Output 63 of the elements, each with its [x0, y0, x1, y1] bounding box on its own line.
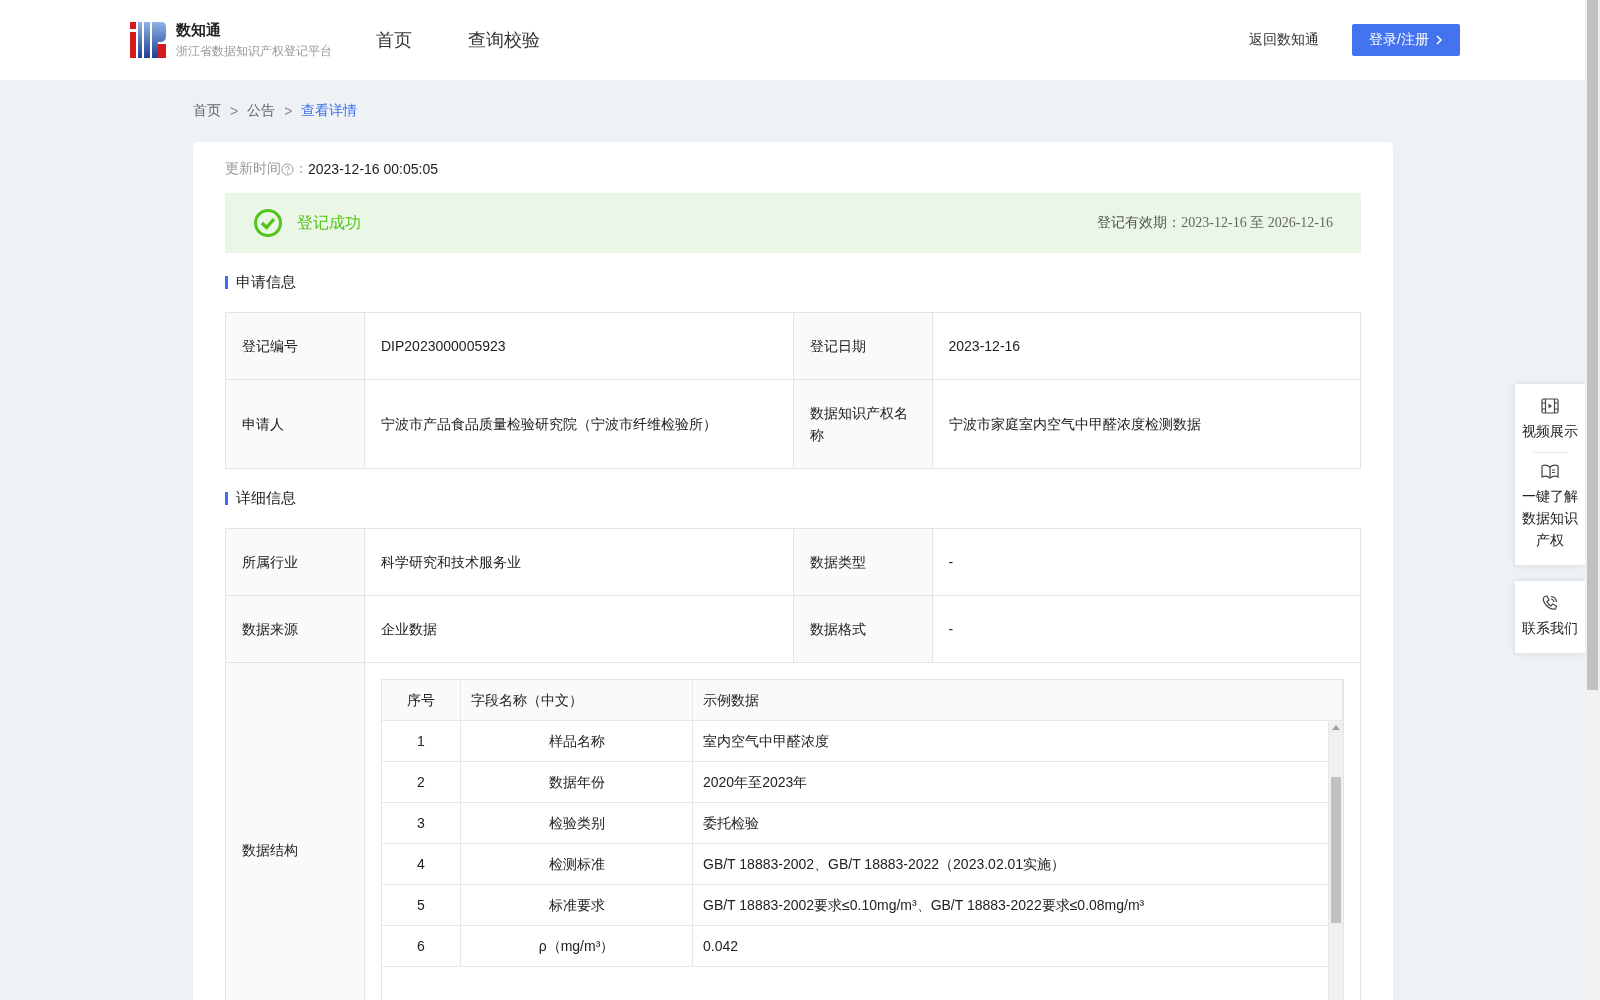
table-cell: 3	[382, 802, 461, 844]
field-label: 数据格式	[793, 595, 932, 663]
column-header: 字段名称（中文）	[460, 680, 693, 721]
table-cell: ρ（mg/m³）	[460, 925, 693, 967]
check-circle-icon	[253, 208, 283, 238]
scroll-up-icon[interactable]	[1332, 725, 1340, 730]
field-value: -	[932, 528, 1361, 596]
nav-link[interactable]: 首页	[376, 28, 412, 52]
field-label: 数据结构	[225, 662, 365, 1000]
nav-link[interactable]: 查询校验	[468, 28, 540, 52]
table-cell: 1	[382, 720, 461, 762]
field-label: 所属行业	[225, 528, 365, 596]
book-icon	[1541, 463, 1559, 479]
table-cell: 6	[382, 925, 461, 967]
film-icon	[1541, 398, 1559, 414]
field-value: 2023-12-16	[932, 312, 1361, 380]
section-title: 申请信息	[236, 273, 296, 292]
logo-subtitle: 浙江省数据知识产权登记平台	[176, 42, 332, 60]
section-title: 详细信息	[236, 489, 296, 508]
colon: ：	[294, 160, 308, 178]
table-cell: 样品名称	[460, 720, 693, 762]
chevron-right-icon	[1434, 35, 1443, 45]
table-cell: 检测标准	[460, 843, 693, 885]
scrollbar[interactable]	[1328, 721, 1343, 1000]
table-cell: 检验类别	[460, 802, 693, 844]
scrollbar[interactable]	[1585, 0, 1600, 1000]
back-link[interactable]: 返回数知通	[1249, 31, 1319, 49]
field-value: 宁波市产品食品质量检验研究院（宁波市纤维检验所）	[364, 379, 793, 469]
column-header: 序号	[382, 680, 461, 721]
field-value: DIP2023000005923	[364, 312, 793, 380]
table-cell: 2	[382, 761, 461, 803]
breadcrumb-separator: >	[284, 103, 293, 119]
table-cell: 4	[382, 843, 461, 885]
field-label: 数据类型	[793, 528, 932, 596]
update-time-value: 2023-12-16 00:05:05	[308, 161, 438, 177]
phone-icon	[1541, 595, 1559, 611]
table-cell: 标准要求	[460, 884, 693, 926]
validity-label: 登记有效期：	[1097, 214, 1182, 232]
field-value: 宁波市家庭室内空气中甲醛浓度检测数据	[932, 379, 1361, 469]
table-cell: 数据年份	[460, 761, 693, 803]
field-value: 科学研究和技术服务业	[364, 528, 793, 596]
table-cell: 5	[382, 884, 461, 926]
login-button[interactable]: 登录/注册	[1352, 24, 1460, 56]
breadcrumb-separator: >	[230, 103, 239, 119]
help-icon[interactable]	[281, 162, 294, 176]
field-label: 申请人	[225, 379, 365, 469]
field-value: -	[932, 595, 1361, 663]
field-label: 登记日期	[793, 312, 932, 380]
breadcrumb-current: 查看详情	[301, 102, 358, 120]
validity-period: 2023-12-16 至 2026-12-16	[1181, 214, 1333, 232]
field-label: 数据来源	[225, 595, 365, 663]
side-menu-item[interactable]: 视频展示	[1515, 390, 1585, 450]
status-text: 登记成功	[297, 212, 362, 233]
logo-icon	[130, 22, 166, 58]
field-label: 数据知识产权名称	[793, 379, 932, 469]
logo-title: 数知通	[176, 20, 222, 40]
breadcrumb-link[interactable]: 首页	[193, 102, 221, 120]
breadcrumb-link[interactable]: 公告	[247, 102, 276, 120]
field-label: 登记编号	[225, 312, 365, 380]
column-header: 示例数据	[692, 680, 1343, 721]
update-time-label: 更新时间	[225, 160, 281, 178]
field-value: 企业数据	[364, 595, 793, 663]
side-menu-item[interactable]: 一键了解数据知识产权	[1515, 455, 1585, 559]
